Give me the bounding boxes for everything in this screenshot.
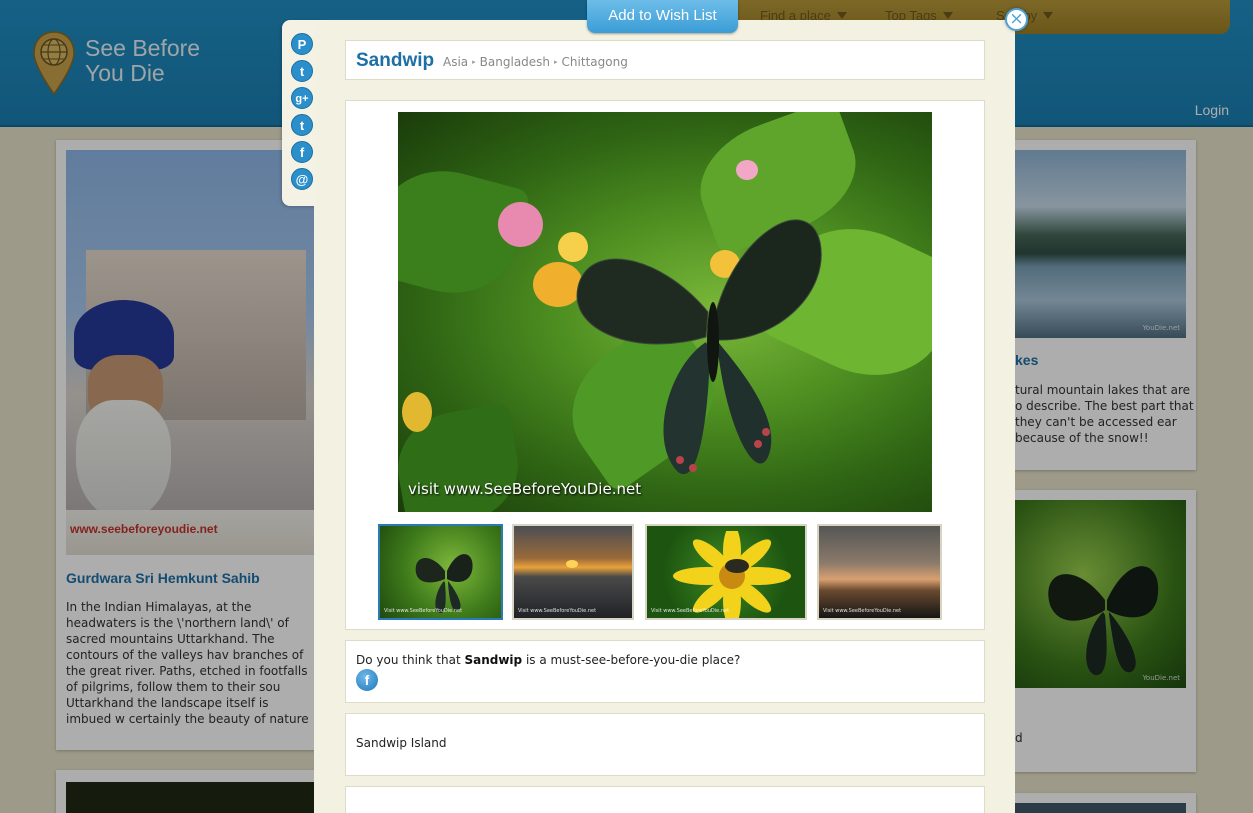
close-icon[interactable]: × — [1005, 8, 1028, 31]
add-to-wish-list-button[interactable]: Add to Wish List — [587, 0, 738, 33]
breadcrumb-region[interactable]: Chittagong — [562, 55, 628, 69]
photo-gallery: visit www.SeeBeforeYouDie.net Visit www.… — [345, 100, 985, 630]
breadcrumb: Asia ▸ Bangladesh ▸ Chittagong — [443, 55, 628, 69]
tumblr-icon[interactable]: t — [291, 60, 313, 82]
place-description: Sandwip Island — [345, 713, 985, 776]
breadcrumb-country[interactable]: Bangladesh — [480, 55, 550, 69]
thumbnail-butterfly[interactable]: Visit www.SeeBeforeYouDie.net — [378, 524, 503, 620]
question-place-name: Sandwip — [464, 653, 523, 667]
thumbnail-watermark: Visit www.SeeBeforeYouDie.net — [518, 608, 597, 614]
butterfly-image — [576, 219, 822, 475]
photo-sun — [566, 560, 578, 568]
photo-flower — [498, 202, 543, 247]
place-title: Sandwip — [356, 50, 435, 71]
thumbnail-watermark: Visit www.SeeBeforeYouDie.net — [384, 608, 463, 614]
place-header: Sandwip Asia ▸ Bangladesh ▸ Chittagong — [345, 40, 985, 80]
main-photo[interactable]: visit www.SeeBeforeYouDie.net — [398, 112, 932, 512]
thumbnail-watermark: Visit www.SeeBeforeYouDie.net — [823, 608, 902, 614]
pinterest-icon[interactable]: P — [291, 33, 313, 55]
must-see-question: Do you think that Sandwip is a must-see-… — [345, 640, 985, 703]
breadcrumb-separator-icon: ▸ — [554, 58, 558, 66]
question-suffix: is a must-see-before-you-die place? — [522, 653, 741, 667]
question-text: Do you think that Sandwip is a must-see-… — [356, 653, 740, 667]
thumbnail-grass-sunset[interactable]: Visit www.SeeBeforeYouDie.net — [817, 524, 942, 620]
question-prefix: Do you think that — [356, 653, 465, 667]
facebook-like-icon[interactable]: f — [356, 669, 378, 691]
google-plus-icon[interactable]: g+ — [291, 87, 313, 109]
description-text: Sandwip Island — [356, 736, 447, 750]
facebook-icon[interactable]: f — [291, 141, 313, 163]
twitter-icon[interactable]: t — [291, 114, 313, 136]
next-panel — [345, 786, 985, 813]
butterfly-icon — [415, 554, 473, 614]
photo-flower — [736, 160, 758, 180]
photo-flower — [402, 392, 432, 432]
yellow-flower-icon — [673, 531, 791, 618]
thumbnail-yellow-flower[interactable]: Visit www.SeeBeforeYouDie.net — [645, 524, 807, 620]
photo-watermark: visit www.SeeBeforeYouDie.net — [408, 480, 642, 498]
breadcrumb-continent[interactable]: Asia — [443, 55, 468, 69]
thumbnail-sunset-sea[interactable]: Visit www.SeeBeforeYouDie.net — [512, 524, 634, 620]
email-icon[interactable]: @ — [291, 168, 313, 190]
breadcrumb-separator-icon: ▸ — [472, 58, 476, 66]
thumbnail-watermark: Visit www.SeeBeforeYouDie.net — [651, 608, 730, 614]
